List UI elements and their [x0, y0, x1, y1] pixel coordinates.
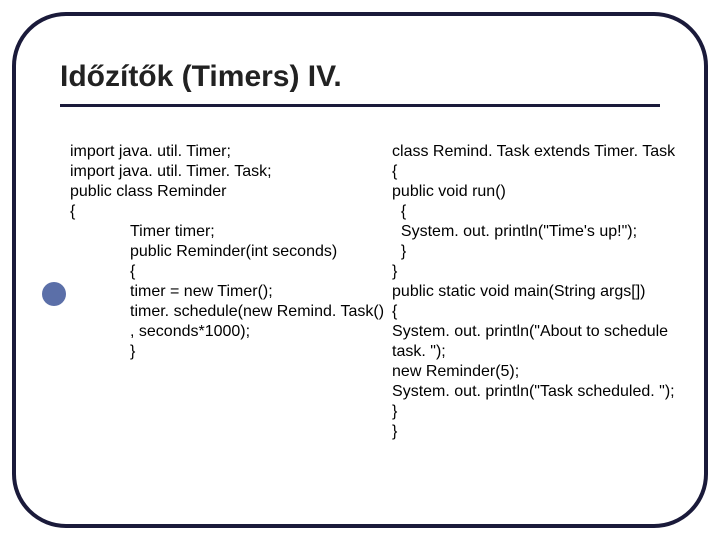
code-line: System. out. println("Task scheduled. ")… — [392, 383, 675, 400]
code-line: } — [392, 263, 397, 280]
code-line: { — [392, 163, 397, 180]
code-line: import java. util. Timer. Task; — [70, 163, 272, 180]
code-line: } — [392, 403, 397, 420]
code-line: Timer timer; — [70, 222, 384, 242]
code-line: class Remind. Task extends Timer. Task — [392, 143, 675, 160]
code-line: timer. schedule(new Remind. Task() — [70, 302, 384, 322]
code-right-column: class Remind. Task extends Timer. Task {… — [392, 122, 675, 494]
code-line: } — [392, 423, 397, 440]
code-line: System. out. println("About to schedule — [392, 323, 668, 340]
code-line: timer = new Timer(); — [70, 282, 384, 302]
code-line: { — [392, 303, 397, 320]
code-line: task. "); — [392, 343, 446, 360]
code-line: } — [392, 243, 406, 260]
code-line: { — [392, 203, 406, 220]
code-line: new Reminder(5); — [392, 363, 519, 380]
code-line: , seconds*1000); — [70, 322, 384, 342]
code-line: public Reminder(int seconds) — [70, 242, 384, 262]
code-line: { — [70, 262, 384, 282]
slide: Időzítők (Timers) IV. import java. util.… — [0, 0, 720, 540]
content-columns: import java. util. Timer; import java. u… — [70, 122, 674, 494]
code-line: System. out. println("Time's up!"); — [392, 223, 637, 240]
title-underline — [60, 104, 660, 107]
bullet-accent-icon — [42, 282, 66, 306]
code-line: { — [70, 203, 75, 220]
code-line: public static void main(String args[]) — [392, 283, 645, 300]
code-line: import java. util. Timer; — [70, 143, 231, 160]
code-left-column: import java. util. Timer; import java. u… — [70, 122, 384, 494]
slide-title: Időzítők (Timers) IV. — [60, 60, 342, 94]
code-line: public void run() — [392, 183, 506, 200]
code-line: public class Reminder — [70, 183, 227, 200]
code-line: } — [70, 342, 384, 362]
